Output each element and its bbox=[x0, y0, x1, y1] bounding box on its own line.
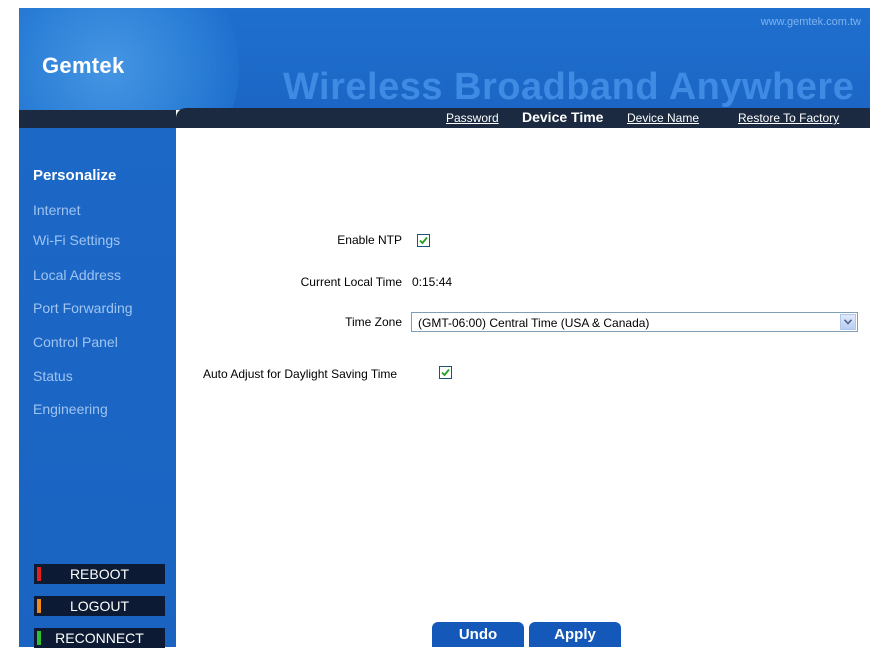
sub-navigation: Password Device Time Device Name Restore… bbox=[176, 108, 870, 128]
current-time-value: 0:15:44 bbox=[412, 275, 453, 289]
sidebar-item-internet[interactable]: Internet bbox=[33, 202, 80, 218]
enable-ntp-checkbox[interactable] bbox=[417, 234, 430, 247]
sidebar-item-wifi-settings[interactable]: Wi-Fi Settings bbox=[33, 232, 120, 248]
page: www.gemtek.com.tw Gemtek Wireless Broadb… bbox=[0, 0, 874, 648]
sidebar-top-strip bbox=[19, 110, 176, 128]
site-url[interactable]: www.gemtek.com.tw bbox=[761, 16, 861, 28]
sidebar-item-local-address[interactable]: Local Address bbox=[33, 267, 121, 283]
sidebar-item-engineering[interactable]: Engineering bbox=[33, 401, 108, 417]
dst-checkbox[interactable] bbox=[439, 366, 452, 379]
header-banner: www.gemtek.com.tw Gemtek Wireless Broadb… bbox=[19, 8, 870, 110]
reconnect-label: RECONNECT bbox=[55, 630, 144, 646]
brand-logo: Gemtek bbox=[42, 53, 125, 78]
undo-button[interactable]: Undo bbox=[432, 622, 524, 647]
reconnect-button[interactable]: RECONNECT bbox=[34, 628, 165, 648]
checkmark-icon bbox=[441, 368, 450, 377]
tab-device-name[interactable]: Device Name bbox=[627, 111, 699, 125]
sidebar: Personalize Internet Wi-Fi Settings Loca… bbox=[19, 110, 176, 648]
sidebar-item-control-panel[interactable]: Control Panel bbox=[33, 334, 118, 350]
time-zone-select[interactable]: (GMT-06:00) Central Time (USA & Canada) bbox=[411, 312, 858, 332]
logout-label: LOGOUT bbox=[69, 598, 130, 614]
enable-ntp-label: Enable NTP bbox=[337, 233, 402, 247]
chevron-down-icon[interactable] bbox=[840, 314, 856, 330]
sidebar-item-status[interactable]: Status bbox=[33, 368, 73, 384]
current-time-label: Current Local Time bbox=[300, 275, 402, 289]
tab-restore-to-factory[interactable]: Restore To Factory bbox=[738, 111, 839, 125]
dst-label: Auto Adjust for Daylight Saving Time bbox=[203, 367, 398, 381]
tab-password[interactable]: Password bbox=[446, 111, 499, 125]
apply-button[interactable]: Apply bbox=[529, 622, 621, 647]
logout-button[interactable]: LOGOUT bbox=[34, 596, 165, 616]
tab-device-time[interactable]: Device Time bbox=[522, 109, 603, 125]
sidebar-item-personalize[interactable]: Personalize bbox=[33, 167, 116, 184]
reboot-button[interactable]: REBOOT bbox=[34, 564, 165, 584]
time-zone-label: Time Zone bbox=[345, 315, 402, 329]
checkmark-icon bbox=[419, 236, 428, 245]
time-zone-selected: (GMT-06:00) Central Time (USA & Canada) bbox=[418, 316, 650, 330]
reboot-label: REBOOT bbox=[69, 566, 130, 582]
slogan: Wireless Broadband Anywhere bbox=[283, 66, 855, 108]
sidebar-item-port-forwarding[interactable]: Port Forwarding bbox=[33, 300, 133, 316]
